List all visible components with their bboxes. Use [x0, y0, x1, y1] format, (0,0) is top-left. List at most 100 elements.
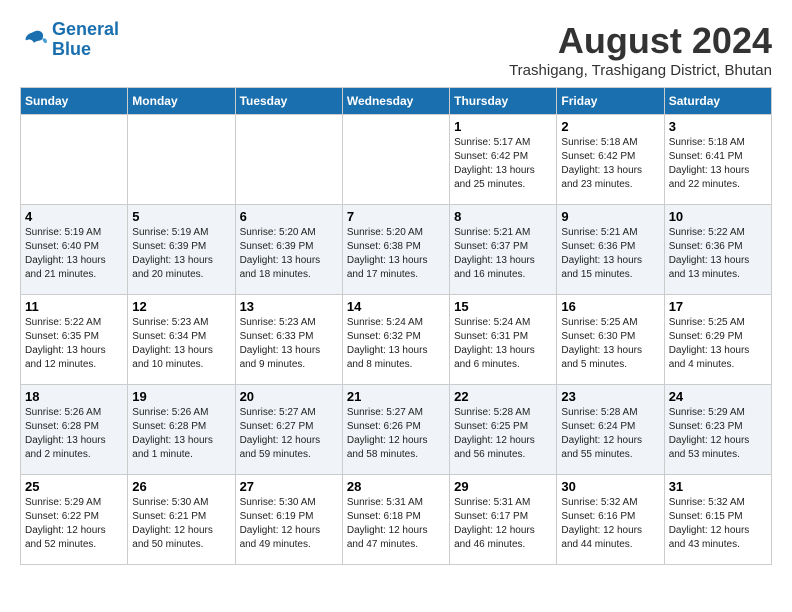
day-info: Sunrise: 5:31 AM Sunset: 6:18 PM Dayligh… — [347, 496, 445, 552]
header-day-monday: Monday — [128, 88, 235, 115]
day-number: 2 — [561, 119, 659, 134]
day-number: 13 — [240, 299, 338, 314]
day-info: Sunrise: 5:25 AM Sunset: 6:29 PM Dayligh… — [669, 316, 767, 372]
day-number: 7 — [347, 209, 445, 224]
page-header: General Blue August 2024 Trashigang, Tra… — [20, 20, 772, 79]
logo-text: General Blue — [52, 20, 119, 60]
week-row-4: 18 Sunrise: 5:26 AM Sunset: 6:28 PM Dayli… — [21, 385, 772, 475]
day-number: 20 — [240, 389, 338, 404]
day-info: Sunrise: 5:17 AM Sunset: 6:42 PM Dayligh… — [454, 136, 552, 192]
day-info: Sunrise: 5:21 AM Sunset: 6:36 PM Dayligh… — [561, 226, 659, 282]
calendar-cell: 5 Sunrise: 5:19 AM Sunset: 6:39 PM Daylig… — [128, 205, 235, 295]
calendar-cell: 29 Sunrise: 5:31 AM Sunset: 6:17 PM Dayli… — [450, 475, 557, 565]
logo-bird-icon — [20, 26, 48, 54]
day-number: 12 — [132, 299, 230, 314]
day-info: Sunrise: 5:26 AM Sunset: 6:28 PM Dayligh… — [132, 406, 230, 462]
day-info: Sunrise: 5:30 AM Sunset: 6:21 PM Dayligh… — [132, 496, 230, 552]
calendar-cell: 2Sunrise: 5:18 AM Sunset: 6:42 PM Daylig… — [557, 115, 664, 205]
calendar-cell: 20 Sunrise: 5:27 AM Sunset: 6:27 PM Dayli… — [235, 385, 342, 475]
day-number: 6 — [240, 209, 338, 224]
day-number: 3 — [669, 119, 767, 134]
day-number: 9 — [561, 209, 659, 224]
calendar-cell: 30Sunrise: 5:32 AM Sunset: 6:16 PM Dayli… — [557, 475, 664, 565]
week-row-2: 4Sunrise: 5:19 AM Sunset: 6:40 PM Daylig… — [21, 205, 772, 295]
day-info: Sunrise: 5:28 AM Sunset: 6:24 PM Dayligh… — [561, 406, 659, 462]
day-info: Sunrise: 5:24 AM Sunset: 6:32 PM Dayligh… — [347, 316, 445, 372]
day-number: 24 — [669, 389, 767, 404]
calendar-cell: 16 Sunrise: 5:25 AM Sunset: 6:30 PM Dayli… — [557, 295, 664, 385]
day-number: 22 — [454, 389, 552, 404]
day-number: 16 — [561, 299, 659, 314]
calendar-cell: 27Sunrise: 5:30 AM Sunset: 6:19 PM Dayli… — [235, 475, 342, 565]
header-day-thursday: Thursday — [450, 88, 557, 115]
day-number: 27 — [240, 479, 338, 494]
calendar-cell: 4Sunrise: 5:19 AM Sunset: 6:40 PM Daylig… — [21, 205, 128, 295]
calendar-cell: 21Sunrise: 5:27 AM Sunset: 6:26 PM Dayli… — [342, 385, 449, 475]
day-number: 19 — [132, 389, 230, 404]
calendar-cell: 7 Sunrise: 5:20 AM Sunset: 6:38 PM Daylig… — [342, 205, 449, 295]
calendar-cell: 1Sunrise: 5:17 AM Sunset: 6:42 PM Daylig… — [450, 115, 557, 205]
header-day-sunday: Sunday — [21, 88, 128, 115]
logo: General Blue — [20, 20, 119, 60]
calendar-cell: 19 Sunrise: 5:26 AM Sunset: 6:28 PM Dayli… — [128, 385, 235, 475]
calendar-table: SundayMondayTuesdayWednesdayThursdayFrid… — [20, 87, 772, 565]
day-info: Sunrise: 5:25 AM Sunset: 6:30 PM Dayligh… — [561, 316, 659, 372]
day-number: 10 — [669, 209, 767, 224]
day-number: 5 — [132, 209, 230, 224]
day-number: 21 — [347, 389, 445, 404]
day-info: Sunrise: 5:22 AM Sunset: 6:36 PM Dayligh… — [669, 226, 767, 282]
day-number: 15 — [454, 299, 552, 314]
calendar-cell — [128, 115, 235, 205]
calendar-cell: 25Sunrise: 5:29 AM Sunset: 6:22 PM Dayli… — [21, 475, 128, 565]
day-number: 25 — [25, 479, 123, 494]
header-day-friday: Friday — [557, 88, 664, 115]
calendar-cell: 8Sunrise: 5:21 AM Sunset: 6:37 PM Daylig… — [450, 205, 557, 295]
header-row: SundayMondayTuesdayWednesdayThursdayFrid… — [21, 88, 772, 115]
main-title: August 2024 — [509, 20, 772, 62]
calendar-cell — [235, 115, 342, 205]
calendar-cell: 3Sunrise: 5:18 AM Sunset: 6:41 PM Daylig… — [664, 115, 771, 205]
header-day-wednesday: Wednesday — [342, 88, 449, 115]
calendar-cell: 24Sunrise: 5:29 AM Sunset: 6:23 PM Dayli… — [664, 385, 771, 475]
calendar-cell: 6 Sunrise: 5:20 AM Sunset: 6:39 PM Daylig… — [235, 205, 342, 295]
day-info: Sunrise: 5:28 AM Sunset: 6:25 PM Dayligh… — [454, 406, 552, 462]
day-info: Sunrise: 5:24 AM Sunset: 6:31 PM Dayligh… — [454, 316, 552, 372]
calendar-cell: 22 Sunrise: 5:28 AM Sunset: 6:25 PM Dayli… — [450, 385, 557, 475]
header-day-saturday: Saturday — [664, 88, 771, 115]
day-info: Sunrise: 5:20 AM Sunset: 6:39 PM Dayligh… — [240, 226, 338, 282]
calendar-cell: 31 Sunrise: 5:32 AM Sunset: 6:15 PM Dayli… — [664, 475, 771, 565]
day-number: 14 — [347, 299, 445, 314]
day-info: Sunrise: 5:19 AM Sunset: 6:39 PM Dayligh… — [132, 226, 230, 282]
calendar-cell: 11 Sunrise: 5:22 AM Sunset: 6:35 PM Dayli… — [21, 295, 128, 385]
day-number: 8 — [454, 209, 552, 224]
day-number: 28 — [347, 479, 445, 494]
day-number: 23 — [561, 389, 659, 404]
day-number: 11 — [25, 299, 123, 314]
day-info: Sunrise: 5:23 AM Sunset: 6:33 PM Dayligh… — [240, 316, 338, 372]
day-number: 31 — [669, 479, 767, 494]
calendar-cell: 12 Sunrise: 5:23 AM Sunset: 6:34 PM Dayli… — [128, 295, 235, 385]
week-row-5: 25Sunrise: 5:29 AM Sunset: 6:22 PM Dayli… — [21, 475, 772, 565]
calendar-cell: 17Sunrise: 5:25 AM Sunset: 6:29 PM Dayli… — [664, 295, 771, 385]
calendar-cell: 23 Sunrise: 5:28 AM Sunset: 6:24 PM Dayli… — [557, 385, 664, 475]
day-number: 30 — [561, 479, 659, 494]
calendar-cell: 28 Sunrise: 5:31 AM Sunset: 6:18 PM Dayli… — [342, 475, 449, 565]
day-number: 4 — [25, 209, 123, 224]
calendar-cell: 26 Sunrise: 5:30 AM Sunset: 6:21 PM Dayli… — [128, 475, 235, 565]
day-number: 18 — [25, 389, 123, 404]
day-info: Sunrise: 5:20 AM Sunset: 6:38 PM Dayligh… — [347, 226, 445, 282]
calendar-cell: 9 Sunrise: 5:21 AM Sunset: 6:36 PM Daylig… — [557, 205, 664, 295]
day-info: Sunrise: 5:23 AM Sunset: 6:34 PM Dayligh… — [132, 316, 230, 372]
calendar-body: 1Sunrise: 5:17 AM Sunset: 6:42 PM Daylig… — [21, 115, 772, 565]
day-info: Sunrise: 5:31 AM Sunset: 6:17 PM Dayligh… — [454, 496, 552, 552]
calendar-cell: 13 Sunrise: 5:23 AM Sunset: 6:33 PM Dayli… — [235, 295, 342, 385]
day-info: Sunrise: 5:27 AM Sunset: 6:27 PM Dayligh… — [240, 406, 338, 462]
day-number: 26 — [132, 479, 230, 494]
day-info: Sunrise: 5:22 AM Sunset: 6:35 PM Dayligh… — [25, 316, 123, 372]
calendar-cell: 10 Sunrise: 5:22 AM Sunset: 6:36 PM Dayli… — [664, 205, 771, 295]
calendar-header: SundayMondayTuesdayWednesdayThursdayFrid… — [21, 88, 772, 115]
day-info: Sunrise: 5:32 AM Sunset: 6:15 PM Dayligh… — [669, 496, 767, 552]
calendar-cell: 18Sunrise: 5:26 AM Sunset: 6:28 PM Dayli… — [21, 385, 128, 475]
day-number: 29 — [454, 479, 552, 494]
subtitle: Trashigang, Trashigang District, Bhutan — [509, 62, 772, 79]
